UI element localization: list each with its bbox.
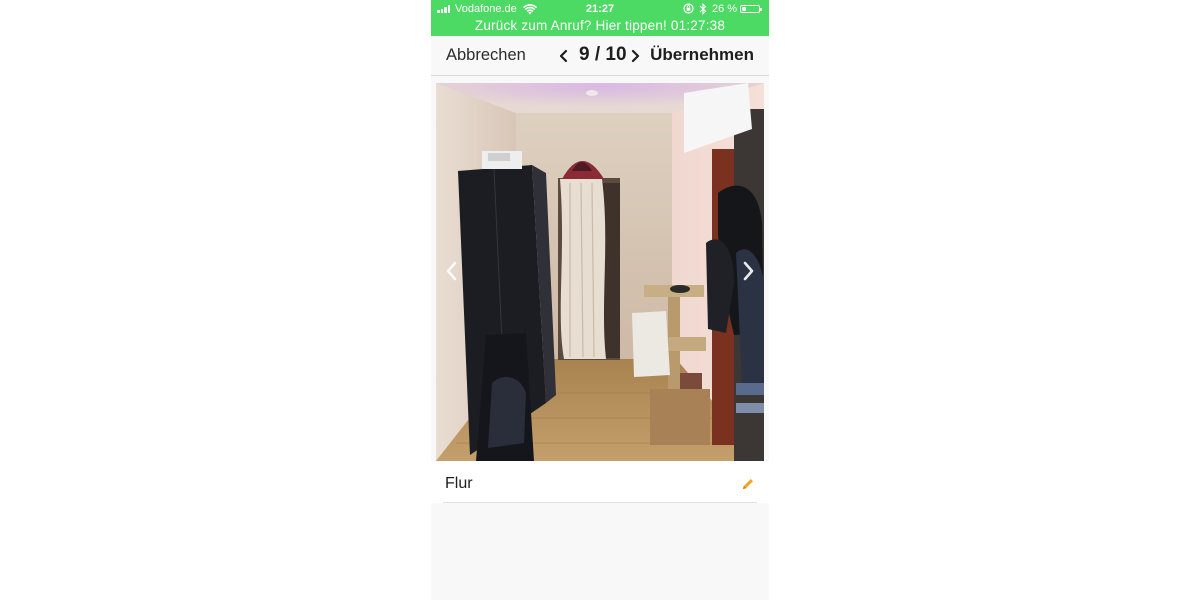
battery-percentage: 26 % — [712, 3, 738, 15]
chevron-left-icon[interactable] — [444, 259, 460, 283]
navigation-bar: Abbrechen 9 / 10 Übernehmen — [431, 36, 769, 76]
photo-viewer[interactable] — [436, 83, 764, 461]
photo-counter: 9 / 10 — [579, 44, 627, 65]
photo-caption: Flur — [445, 475, 473, 492]
chevron-right-icon[interactable] — [628, 48, 642, 64]
pencil-icon[interactable] — [741, 477, 755, 491]
battery-level-fill — [742, 7, 747, 11]
rotation-lock-icon — [683, 3, 694, 14]
photo-caption-row[interactable]: Flur — [431, 461, 769, 503]
chevron-right-icon[interactable] — [740, 259, 756, 283]
caption-divider — [443, 502, 757, 503]
bluetooth-icon — [699, 3, 707, 15]
accept-button[interactable]: Übernehmen — [650, 45, 754, 65]
return-to-call-banner[interactable]: Zurück zum Anruf? Hier tippen! 01:27:38 — [431, 17, 769, 35]
battery-icon — [740, 5, 762, 13]
status-bar[interactable]: Vodafone.de 21:27 26 % Zurück zum Anruf?… — [431, 0, 769, 36]
hallway-photo — [436, 83, 764, 461]
phone-screen: Vodafone.de 21:27 26 % Zurück zum Anruf?… — [431, 0, 769, 600]
cancel-button[interactable]: Abbrechen — [446, 46, 526, 65]
status-row: Vodafone.de 21:27 26 % — [431, 2, 769, 16]
chevron-left-icon[interactable] — [557, 48, 571, 64]
